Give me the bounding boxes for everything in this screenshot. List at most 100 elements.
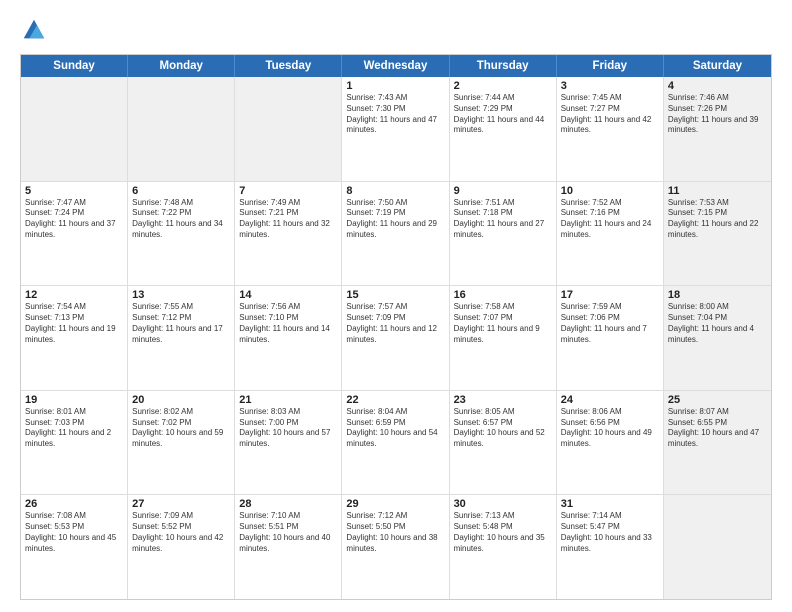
calendar-cell: 24Sunrise: 8:06 AM Sunset: 6:56 PM Dayli… xyxy=(557,391,664,495)
cell-info: Sunrise: 7:12 AM Sunset: 5:50 PM Dayligh… xyxy=(346,511,444,554)
cell-info: Sunrise: 7:45 AM Sunset: 7:27 PM Dayligh… xyxy=(561,93,659,136)
calendar-cell: 9Sunrise: 7:51 AM Sunset: 7:18 PM Daylig… xyxy=(450,182,557,286)
cell-info: Sunrise: 8:01 AM Sunset: 7:03 PM Dayligh… xyxy=(25,407,123,450)
calendar-cell: 1Sunrise: 7:43 AM Sunset: 7:30 PM Daylig… xyxy=(342,77,449,181)
day-number: 8 xyxy=(346,185,444,197)
cell-info: Sunrise: 7:08 AM Sunset: 5:53 PM Dayligh… xyxy=(25,511,123,554)
day-number: 3 xyxy=(561,80,659,92)
cell-info: Sunrise: 7:53 AM Sunset: 7:15 PM Dayligh… xyxy=(668,198,767,241)
cell-info: Sunrise: 7:49 AM Sunset: 7:21 PM Dayligh… xyxy=(239,198,337,241)
calendar-cell xyxy=(664,495,771,599)
calendar-cell: 23Sunrise: 8:05 AM Sunset: 6:57 PM Dayli… xyxy=(450,391,557,495)
day-number: 12 xyxy=(25,289,123,301)
calendar-cell: 22Sunrise: 8:04 AM Sunset: 6:59 PM Dayli… xyxy=(342,391,449,495)
day-number: 20 xyxy=(132,394,230,406)
day-number: 7 xyxy=(239,185,337,197)
calendar-cell: 11Sunrise: 7:53 AM Sunset: 7:15 PM Dayli… xyxy=(664,182,771,286)
calendar-cell: 13Sunrise: 7:55 AM Sunset: 7:12 PM Dayli… xyxy=(128,286,235,390)
cell-info: Sunrise: 8:05 AM Sunset: 6:57 PM Dayligh… xyxy=(454,407,552,450)
cell-info: Sunrise: 7:14 AM Sunset: 5:47 PM Dayligh… xyxy=(561,511,659,554)
header-cell-saturday: Saturday xyxy=(664,55,771,77)
cell-info: Sunrise: 7:59 AM Sunset: 7:06 PM Dayligh… xyxy=(561,302,659,345)
day-number: 23 xyxy=(454,394,552,406)
calendar-row-2: 12Sunrise: 7:54 AM Sunset: 7:13 PM Dayli… xyxy=(21,286,771,391)
day-number: 13 xyxy=(132,289,230,301)
cell-info: Sunrise: 7:57 AM Sunset: 7:09 PM Dayligh… xyxy=(346,302,444,345)
day-number: 4 xyxy=(668,80,767,92)
cell-info: Sunrise: 7:48 AM Sunset: 7:22 PM Dayligh… xyxy=(132,198,230,241)
calendar-row-1: 5Sunrise: 7:47 AM Sunset: 7:24 PM Daylig… xyxy=(21,182,771,287)
cell-info: Sunrise: 7:51 AM Sunset: 7:18 PM Dayligh… xyxy=(454,198,552,241)
page: SundayMondayTuesdayWednesdayThursdayFrid… xyxy=(0,0,792,612)
header xyxy=(20,16,772,44)
cell-info: Sunrise: 7:52 AM Sunset: 7:16 PM Dayligh… xyxy=(561,198,659,241)
day-number: 19 xyxy=(25,394,123,406)
cell-info: Sunrise: 7:44 AM Sunset: 7:29 PM Dayligh… xyxy=(454,93,552,136)
day-number: 16 xyxy=(454,289,552,301)
calendar-cell: 14Sunrise: 7:56 AM Sunset: 7:10 PM Dayli… xyxy=(235,286,342,390)
cell-info: Sunrise: 7:56 AM Sunset: 7:10 PM Dayligh… xyxy=(239,302,337,345)
cell-info: Sunrise: 7:46 AM Sunset: 7:26 PM Dayligh… xyxy=(668,93,767,136)
day-number: 26 xyxy=(25,498,123,510)
calendar-cell: 16Sunrise: 7:58 AM Sunset: 7:07 PM Dayli… xyxy=(450,286,557,390)
calendar-cell: 27Sunrise: 7:09 AM Sunset: 5:52 PM Dayli… xyxy=(128,495,235,599)
calendar-cell: 25Sunrise: 8:07 AM Sunset: 6:55 PM Dayli… xyxy=(664,391,771,495)
cell-info: Sunrise: 7:10 AM Sunset: 5:51 PM Dayligh… xyxy=(239,511,337,554)
day-number: 27 xyxy=(132,498,230,510)
calendar-cell: 21Sunrise: 8:03 AM Sunset: 7:00 PM Dayli… xyxy=(235,391,342,495)
calendar-row-0: 1Sunrise: 7:43 AM Sunset: 7:30 PM Daylig… xyxy=(21,77,771,182)
header-cell-sunday: Sunday xyxy=(21,55,128,77)
day-number: 10 xyxy=(561,185,659,197)
calendar-cell: 19Sunrise: 8:01 AM Sunset: 7:03 PM Dayli… xyxy=(21,391,128,495)
calendar-cell: 5Sunrise: 7:47 AM Sunset: 7:24 PM Daylig… xyxy=(21,182,128,286)
cell-info: Sunrise: 7:58 AM Sunset: 7:07 PM Dayligh… xyxy=(454,302,552,345)
header-cell-thursday: Thursday xyxy=(450,55,557,77)
cell-info: Sunrise: 7:13 AM Sunset: 5:48 PM Dayligh… xyxy=(454,511,552,554)
day-number: 30 xyxy=(454,498,552,510)
day-number: 14 xyxy=(239,289,337,301)
calendar-cell: 7Sunrise: 7:49 AM Sunset: 7:21 PM Daylig… xyxy=(235,182,342,286)
day-number: 9 xyxy=(454,185,552,197)
cell-info: Sunrise: 7:47 AM Sunset: 7:24 PM Dayligh… xyxy=(25,198,123,241)
day-number: 24 xyxy=(561,394,659,406)
calendar-cell: 18Sunrise: 8:00 AM Sunset: 7:04 PM Dayli… xyxy=(664,286,771,390)
calendar-header: SundayMondayTuesdayWednesdayThursdayFrid… xyxy=(21,55,771,77)
cell-info: Sunrise: 7:54 AM Sunset: 7:13 PM Dayligh… xyxy=(25,302,123,345)
calendar-cell: 17Sunrise: 7:59 AM Sunset: 7:06 PM Dayli… xyxy=(557,286,664,390)
calendar-cell: 10Sunrise: 7:52 AM Sunset: 7:16 PM Dayli… xyxy=(557,182,664,286)
calendar-cell: 29Sunrise: 7:12 AM Sunset: 5:50 PM Dayli… xyxy=(342,495,449,599)
cell-info: Sunrise: 8:00 AM Sunset: 7:04 PM Dayligh… xyxy=(668,302,767,345)
day-number: 5 xyxy=(25,185,123,197)
calendar-cell: 28Sunrise: 7:10 AM Sunset: 5:51 PM Dayli… xyxy=(235,495,342,599)
day-number: 1 xyxy=(346,80,444,92)
day-number: 31 xyxy=(561,498,659,510)
logo-icon xyxy=(20,16,48,44)
day-number: 11 xyxy=(668,185,767,197)
day-number: 6 xyxy=(132,185,230,197)
day-number: 29 xyxy=(346,498,444,510)
calendar-cell xyxy=(128,77,235,181)
calendar-cell: 20Sunrise: 8:02 AM Sunset: 7:02 PM Dayli… xyxy=(128,391,235,495)
calendar-cell: 12Sunrise: 7:54 AM Sunset: 7:13 PM Dayli… xyxy=(21,286,128,390)
calendar-cell xyxy=(21,77,128,181)
cell-info: Sunrise: 8:04 AM Sunset: 6:59 PM Dayligh… xyxy=(346,407,444,450)
calendar: SundayMondayTuesdayWednesdayThursdayFrid… xyxy=(20,54,772,600)
day-number: 21 xyxy=(239,394,337,406)
header-cell-monday: Monday xyxy=(128,55,235,77)
calendar-cell: 3Sunrise: 7:45 AM Sunset: 7:27 PM Daylig… xyxy=(557,77,664,181)
cell-info: Sunrise: 8:07 AM Sunset: 6:55 PM Dayligh… xyxy=(668,407,767,450)
cell-info: Sunrise: 7:55 AM Sunset: 7:12 PM Dayligh… xyxy=(132,302,230,345)
calendar-row-4: 26Sunrise: 7:08 AM Sunset: 5:53 PM Dayli… xyxy=(21,495,771,599)
day-number: 25 xyxy=(668,394,767,406)
day-number: 15 xyxy=(346,289,444,301)
calendar-cell: 4Sunrise: 7:46 AM Sunset: 7:26 PM Daylig… xyxy=(664,77,771,181)
calendar-cell: 6Sunrise: 7:48 AM Sunset: 7:22 PM Daylig… xyxy=(128,182,235,286)
header-cell-friday: Friday xyxy=(557,55,664,77)
cell-info: Sunrise: 8:06 AM Sunset: 6:56 PM Dayligh… xyxy=(561,407,659,450)
day-number: 18 xyxy=(668,289,767,301)
day-number: 2 xyxy=(454,80,552,92)
day-number: 28 xyxy=(239,498,337,510)
calendar-body: 1Sunrise: 7:43 AM Sunset: 7:30 PM Daylig… xyxy=(21,77,771,599)
header-cell-tuesday: Tuesday xyxy=(235,55,342,77)
logo xyxy=(20,16,52,44)
